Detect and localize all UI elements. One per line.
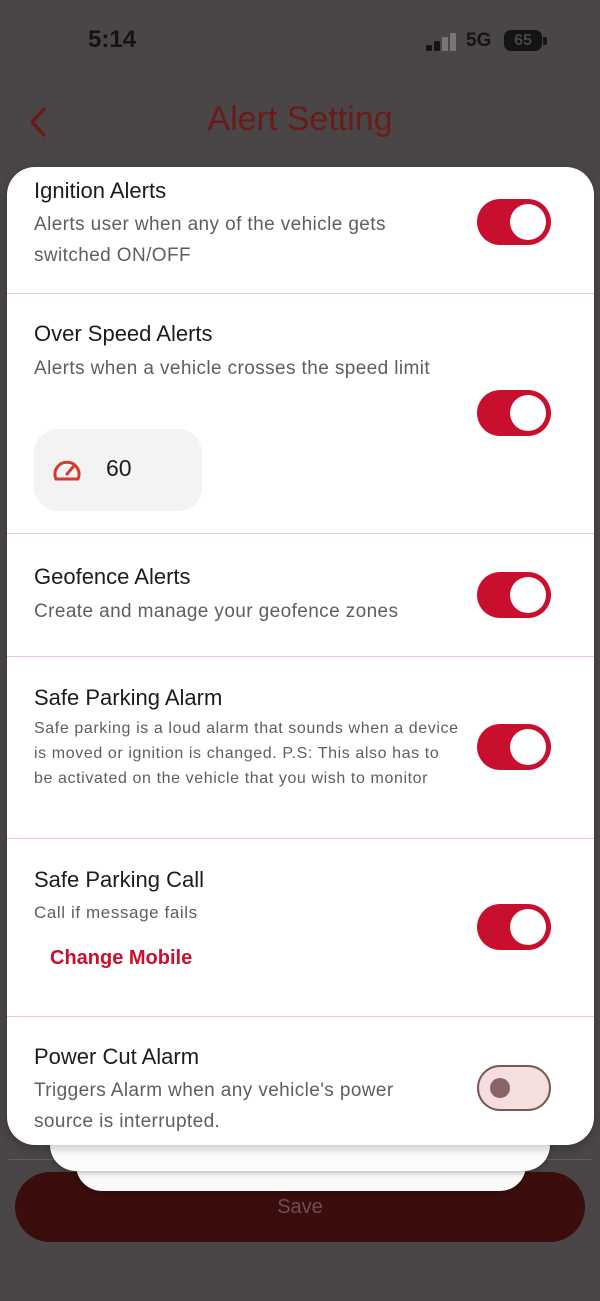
alert-title: Over Speed Alerts (34, 321, 213, 346)
change-mobile-link[interactable]: Change Mobile (50, 947, 192, 970)
speed-limit-value: 60 (106, 455, 132, 481)
battery-icon: 65 (504, 30, 542, 51)
alert-description: Call if message fails (34, 903, 198, 922)
speedometer-icon (53, 460, 81, 481)
alert-description: Triggers Alarm when any vehicle's power … (34, 1080, 394, 1132)
geofence-alert-toggle[interactable] (477, 572, 551, 618)
alert-description: Create and manage your geofence zones (34, 601, 399, 622)
alert-item-ignition: Ignition Alerts Alerts user when any of … (7, 167, 594, 294)
alert-item-power-cut: Power Cut Alarm Triggers Alarm when any … (7, 1017, 594, 1145)
battery-cap (543, 37, 547, 45)
alert-description: Safe parking is a loud alarm that sounds… (34, 720, 459, 787)
ignition-alert-toggle[interactable] (477, 199, 551, 245)
battery-level: 65 (514, 32, 532, 49)
toggle-knob (510, 204, 546, 240)
alert-settings-sheet: Ignition Alerts Alerts user when any of … (7, 167, 594, 1145)
safe-parking-alarm-toggle[interactable] (477, 724, 551, 770)
alert-title: Geofence Alerts (34, 564, 191, 589)
alert-title: Ignition Alerts (34, 178, 167, 203)
power-cut-alarm-toggle[interactable] (477, 1065, 551, 1111)
toggle-knob (510, 729, 546, 765)
alert-item-geofence: Geofence Alerts Create and manage your g… (7, 534, 594, 656)
alert-title: Safe Parking Alarm (34, 685, 223, 710)
alert-description: Alerts when a vehicle crosses the speed … (34, 358, 431, 379)
page-title: Alert Setting (207, 100, 393, 138)
toggle-knob (490, 1078, 510, 1098)
alert-item-safe-parking-alarm: Safe Parking Alarm Safe parking is a lou… (7, 657, 594, 838)
network-type: 5G (466, 30, 492, 51)
alert-title: Power Cut Alarm (34, 1044, 200, 1069)
alert-title: Safe Parking Call (34, 867, 204, 892)
speed-limit-field[interactable]: 60 (34, 429, 202, 511)
over-speed-alert-toggle[interactable] (477, 390, 551, 436)
toggle-knob (510, 909, 546, 945)
status-time: 5:14 (88, 26, 137, 53)
alert-item-safe-parking-call: Safe Parking Call Call if message fails … (7, 839, 594, 1016)
status-bar: 5:14 5G 65 (0, 0, 600, 80)
alert-description: Alerts user when any of the vehicle gets… (34, 214, 386, 266)
safe-parking-call-toggle[interactable] (477, 904, 551, 950)
toggle-knob (510, 577, 546, 613)
signal-icon (426, 31, 458, 51)
toggle-knob (510, 395, 546, 431)
